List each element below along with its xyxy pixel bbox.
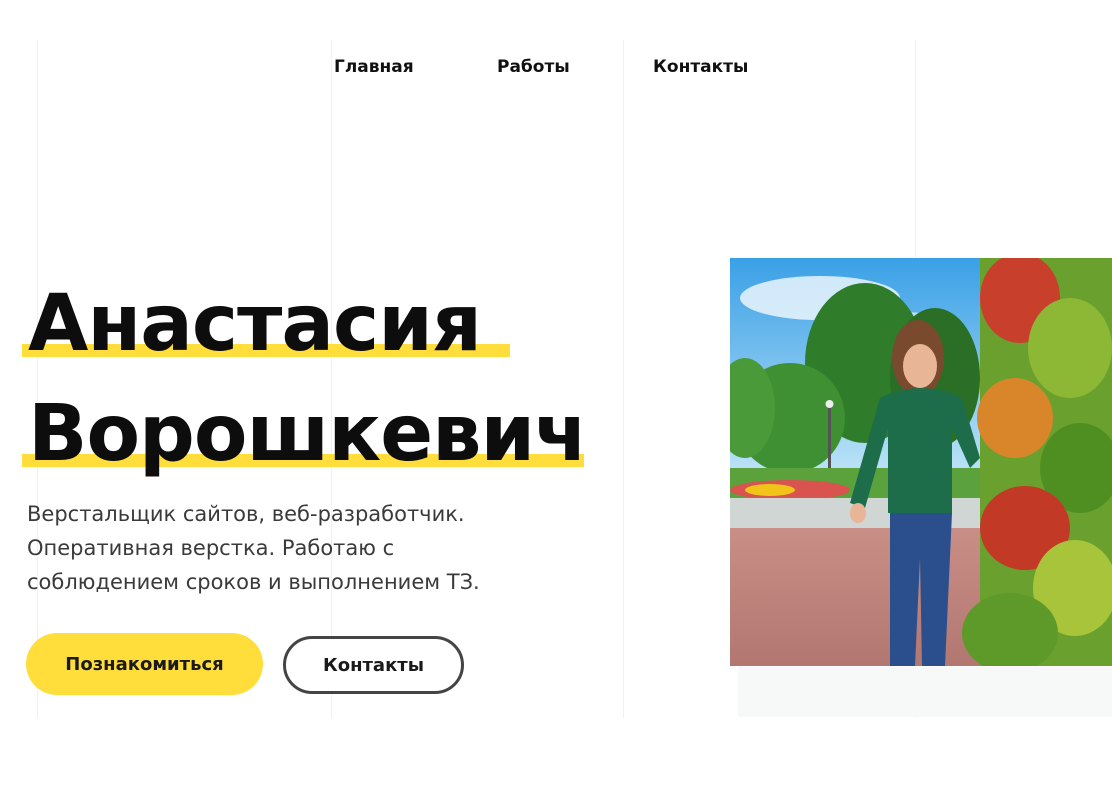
grid-guide: [623, 40, 624, 718]
contacts-button[interactable]: Контакты: [283, 636, 464, 694]
nav-link-home[interactable]: Главная: [334, 57, 414, 77]
hero-description: Верстальщик сайтов, веб-разработчик. Опе…: [27, 497, 547, 599]
hero-last-name: Ворошкевич: [28, 389, 588, 479]
nav-link-works[interactable]: Работы: [497, 57, 570, 77]
hero-name-second-line: Ворошкевич: [22, 389, 588, 479]
description-line: соблюдением сроков и выполнением ТЗ.: [27, 570, 480, 594]
profile-photo: [730, 258, 1112, 666]
nav-link-contacts[interactable]: Контакты: [653, 57, 748, 77]
grid-guide: [37, 40, 38, 718]
description-line: Верстальщик сайтов, веб-разработчик.: [27, 502, 465, 526]
hero-name-first-line: Анастасия: [22, 279, 510, 369]
main-nav: Главная Работы Контакты: [0, 57, 1112, 81]
meet-button[interactable]: Познакомиться: [26, 633, 263, 695]
photo-backdrop: [738, 667, 1112, 717]
page: Главная Работы Контакты Анастасия Ворошк…: [0, 0, 1112, 790]
grid-guide: [331, 40, 332, 718]
hero-first-name: Анастасия: [28, 279, 482, 369]
description-line: Оперативная верстка. Работаю с: [27, 536, 395, 560]
